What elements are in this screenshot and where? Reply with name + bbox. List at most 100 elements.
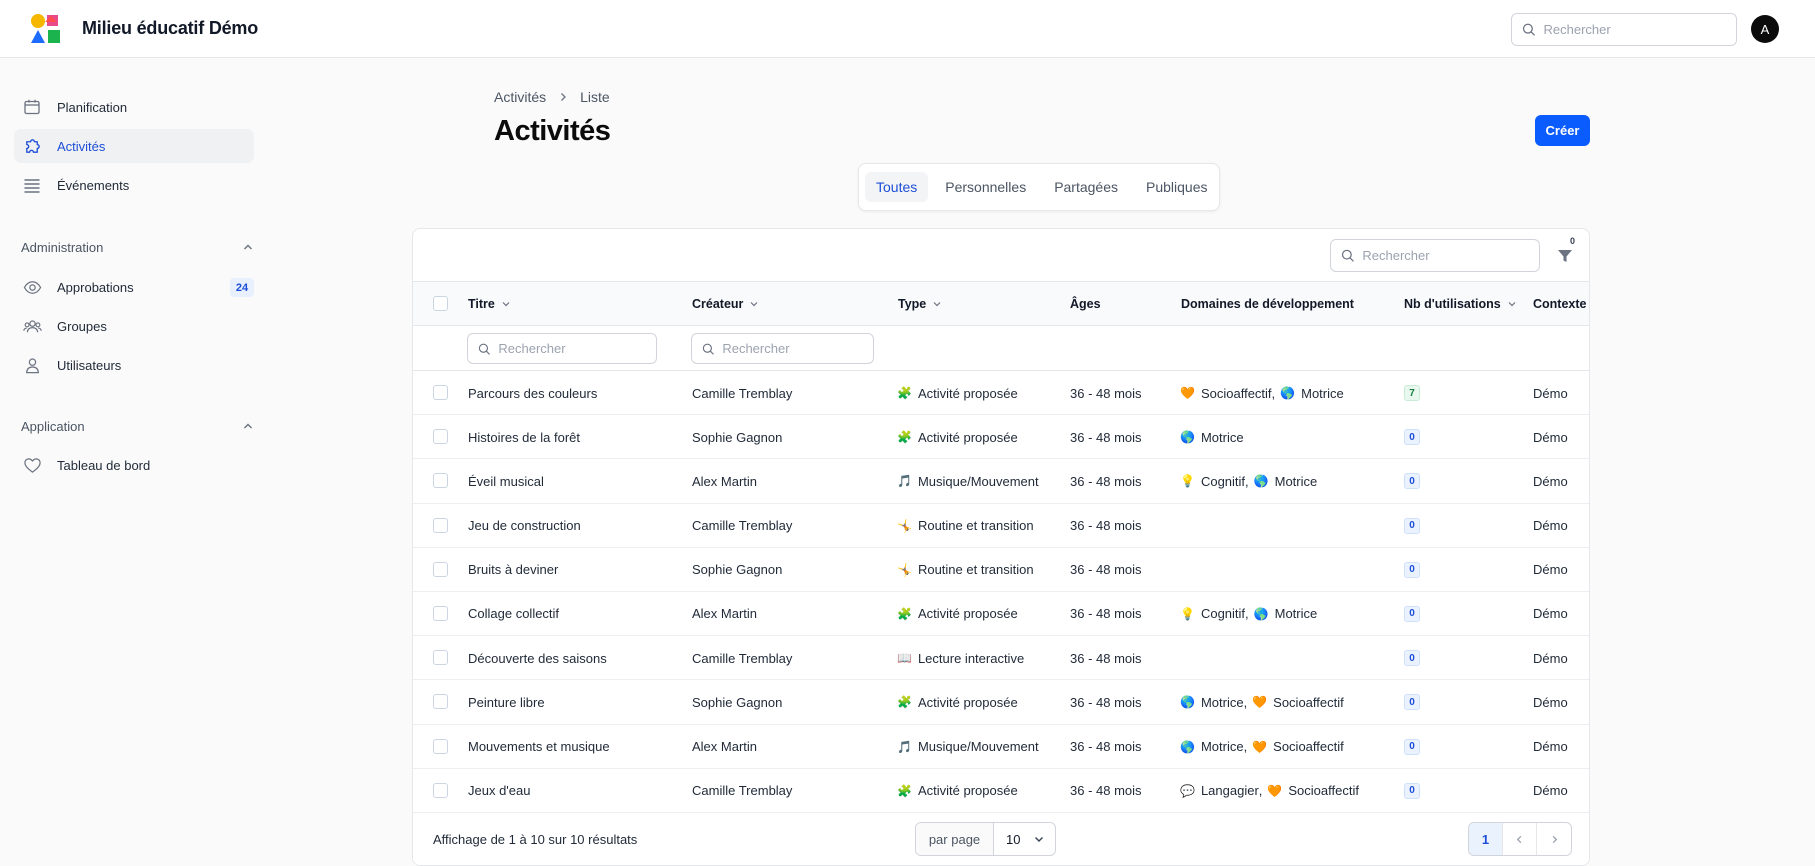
table-row[interactable]: Éveil musical Alex Martin 🎵 Musique/Mouveme… (413, 459, 1589, 504)
row-checkbox[interactable] (433, 473, 448, 489)
column-header-type[interactable]: Type (898, 282, 942, 325)
table-row[interactable]: Découverte des saisons Camille Tremblay 📖 L… (413, 636, 1589, 681)
row-checkbox[interactable] (433, 605, 448, 621)
row-checkbox[interactable] (433, 782, 448, 798)
usage-count-badge: 0 (1404, 738, 1420, 755)
row-checkbox[interactable] (433, 561, 448, 577)
breadcrumb-activites-link[interactable]: Activités (494, 89, 546, 105)
cell-utilisations: 0 (1404, 592, 1420, 636)
domain-separator: , (1258, 783, 1263, 799)
global-search-input[interactable] (1543, 22, 1736, 37)
table-header: Titre Créateur Type Âges Domaines de dév… (413, 281, 1589, 326)
tab-personnelles[interactable]: Personnelles (934, 172, 1037, 202)
table-row[interactable]: Bruits à deviner Sophie Gagnon 🤸 Routine et… (413, 548, 1589, 592)
row-checkbox[interactable] (433, 694, 448, 710)
per-page-value: 10 (1006, 831, 1021, 847)
table-search-input[interactable] (1362, 248, 1539, 263)
domain-separator: , (1271, 385, 1276, 401)
activities-table-card: 0 Titre Créateur Type Âges Domaines de d… (412, 228, 1590, 866)
section-title: Administration (21, 239, 104, 255)
global-search[interactable] (1511, 13, 1737, 46)
search-icon (1522, 23, 1535, 36)
row-checkbox[interactable] (433, 650, 448, 666)
column-header-titre[interactable]: Titre (468, 282, 511, 325)
tab-toutes[interactable]: Toutes (865, 172, 929, 202)
row-checkbox[interactable] (433, 429, 448, 445)
select-all-checkbox[interactable] (433, 296, 448, 311)
domain-emoji-icon: 🌎 (1280, 386, 1296, 400)
filter-icon (1558, 250, 1572, 262)
row-checkbox[interactable] (433, 738, 448, 754)
cell-createur: Camille Tremblay (692, 518, 793, 534)
cell-ages: 36 - 48 mois (1070, 429, 1142, 445)
create-button[interactable]: Créer (1535, 115, 1590, 146)
domain-emoji-icon: 💬 (1180, 783, 1195, 798)
cell-createur: Sophie Gagnon (692, 429, 783, 445)
table-row[interactable]: Peinture libre Sophie Gagnon 🧩 Activité pro… (413, 680, 1589, 725)
column-header-utilisations[interactable]: Nb d'utilisations (1404, 282, 1517, 325)
table-search[interactable] (1330, 239, 1540, 272)
domain-name: Motrice (1274, 606, 1318, 622)
createur-search-input[interactable] (722, 341, 873, 356)
table-row[interactable]: Jeux d'eau Camille Tremblay 🧩 Activité prop… (413, 769, 1589, 813)
cell-utilisations: 0 (1404, 636, 1420, 680)
table-row[interactable]: Parcours des couleurs Camille Tremblay 🧩 Ac… (413, 371, 1589, 416)
sidebar-item-evenements[interactable]: Événements (14, 168, 254, 202)
per-page-dropdown[interactable]: 10 (994, 832, 1055, 847)
type-label: Musique/Mouvement (917, 473, 1039, 489)
previous-page-button[interactable] (1503, 823, 1537, 855)
type-emoji-icon: 🧩 (897, 695, 912, 710)
tab-partagees[interactable]: Partagées (1043, 172, 1129, 202)
sidebar-item-approbations[interactable]: Approbations 24 (14, 270, 254, 304)
domain-separator: , (1243, 694, 1248, 710)
cell-contexte: Démo (1533, 473, 1568, 489)
table-body: Parcours des couleurs Camille Tremblay 🧩 Ac… (413, 371, 1589, 813)
cell-ages: 36 - 48 mois (1070, 518, 1142, 534)
row-checkbox[interactable] (433, 385, 448, 400)
type-emoji-icon: 📖 (897, 651, 912, 666)
puzzle-icon (22, 136, 42, 156)
column-header-createur[interactable]: Créateur (692, 282, 759, 325)
titre-column-search[interactable] (467, 333, 657, 364)
table-row[interactable]: Histoires de la forêt Sophie Gagnon 🧩 Activ… (413, 415, 1589, 460)
row-checkbox[interactable] (433, 517, 448, 533)
cell-utilisations: 7 (1404, 371, 1420, 415)
table-row[interactable]: Mouvements et musique Alex Martin 🎵 Musique… (413, 725, 1589, 769)
sidebar-item-groupes[interactable]: Groupes (14, 309, 254, 343)
cell-domaines: 🌎 Motrice, 🧡 Socioaffectif (1180, 725, 1344, 769)
usage-count-badge: 0 (1404, 473, 1420, 490)
avatar[interactable]: A (1751, 15, 1779, 43)
titre-search-input[interactable] (498, 341, 656, 356)
breadcrumb: Activités Liste (494, 89, 610, 105)
type-emoji-icon: 🧩 (897, 430, 912, 445)
domain-name: Motrice (1200, 739, 1244, 754)
list-icon (22, 175, 42, 195)
tab-publiques[interactable]: Publiques (1135, 172, 1219, 202)
table-row[interactable]: Collage collectif Alex Martin 🧩 Activité pr… (413, 592, 1589, 637)
section-administration-toggle[interactable]: Administration (21, 237, 254, 257)
section-title: Application (21, 418, 85, 434)
next-page-button[interactable] (1537, 823, 1571, 855)
sidebar-item-activites[interactable]: Activités (14, 129, 254, 163)
cell-titre: Éveil musical (468, 473, 544, 489)
filter-button[interactable] (1548, 239, 1582, 273)
cell-titre: Bruits à deviner (468, 562, 559, 578)
cell-type: 🤸 Routine et transition (897, 504, 1034, 548)
section-application-toggle[interactable]: Application (21, 416, 254, 436)
sidebar-item-utilisateurs[interactable]: Utilisateurs (14, 348, 254, 382)
usage-count-badge: 0 (1404, 561, 1420, 578)
page-1-button[interactable]: 1 (1469, 823, 1503, 855)
column-header-domaines: Domaines de développement (1181, 296, 1354, 311)
usage-count-badge: 0 (1404, 517, 1420, 534)
chevron-down-icon (502, 301, 510, 306)
sidebar-item-label: Planification (57, 99, 128, 115)
cell-ages: 36 - 48 mois (1070, 473, 1142, 489)
usage-count-badge: 0 (1404, 429, 1420, 446)
per-page-select[interactable]: par page 10 (915, 822, 1056, 856)
table-row[interactable]: Jeu de construction Camille Tremblay 🤸 Rout… (413, 504, 1589, 548)
usage-count-badge: 0 (1404, 605, 1420, 622)
sidebar-item-tableau-de-bord[interactable]: Tableau de bord (14, 448, 254, 482)
cell-type: 🎵 Musique/Mouvement (897, 725, 1039, 769)
createur-column-search[interactable] (691, 333, 874, 364)
sidebar-item-planification[interactable]: Planification (14, 90, 254, 124)
